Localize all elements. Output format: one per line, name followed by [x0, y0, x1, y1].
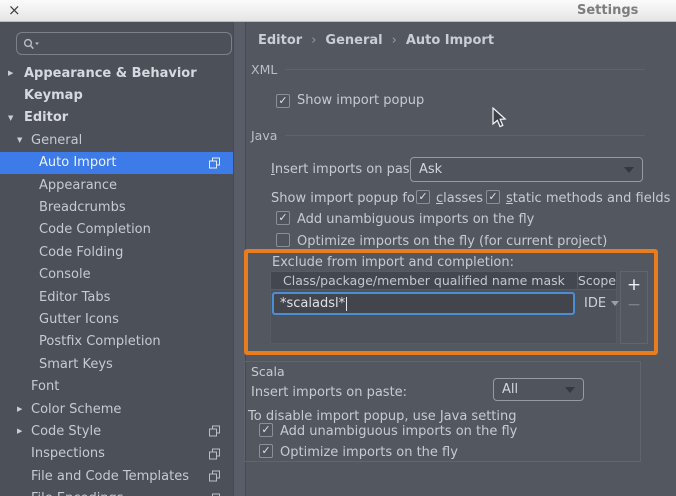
dropdown-arrow-icon [611, 301, 619, 306]
window-title: Settings [577, 0, 638, 21]
sidebar-item-appearance-behavior[interactable]: ▶ Appearance & Behavior [0, 62, 233, 84]
insert-imports-on-paste-select[interactable]: Ask [410, 157, 643, 182]
show-import-popup-label: Show import popup [297, 93, 424, 108]
exclude-table-header: Class/package/member qualified name mask… [271, 272, 616, 290]
dropdown-arrow-icon [624, 167, 634, 173]
insert-imports-on-paste-label: Insert imports on paste: [271, 162, 427, 177]
scala-popup-note: To disable import popup, use Java settin… [248, 409, 517, 424]
copy-icon [209, 471, 220, 482]
chevron-right-icon[interactable]: ▶ [17, 427, 22, 435]
dropdown-arrow-icon [565, 387, 575, 393]
xml-section-header: XML [251, 62, 645, 76]
breadcrumb-general[interactable]: General [325, 33, 382, 48]
exclude-table: Class/package/member qualified name mask… [270, 271, 617, 344]
scala-insert-imports-label: Insert imports on paste: [251, 385, 407, 400]
table-toolbar: + − [620, 271, 648, 344]
sidebar-item-inspections[interactable]: Inspections [0, 443, 233, 465]
sidebar-item-file-encodings[interactable]: File Encodings [0, 487, 233, 496]
separator-line [285, 69, 645, 70]
breadcrumb-auto-import: Auto Import [406, 33, 494, 48]
optimize-imports-checkbox[interactable] [276, 233, 290, 247]
scope-select[interactable]: IDE [584, 296, 619, 311]
sidebar-item-keymap[interactable]: Keymap [0, 84, 233, 106]
add-unambiguous-imports-label: Add unambiguous imports on the fly [297, 212, 534, 227]
chevron-down-icon[interactable]: ▼ [8, 114, 13, 122]
show-import-popup-for-label: Show import popup for: [271, 191, 424, 206]
breadcrumb: Editor › General › Auto Import [258, 33, 494, 48]
scala-group-title: Scala [251, 364, 285, 379]
sidebar-item-general[interactable]: ▼ General [0, 129, 233, 151]
add-unambiguous-imports-checkbox[interactable]: ✓ [276, 211, 290, 225]
column-header-mask[interactable]: Class/package/member qualified name mask [271, 272, 578, 289]
search-icon [23, 38, 40, 50]
sidebar-item-smart-keys[interactable]: Smart Keys [0, 353, 233, 375]
sidebar-item-console[interactable]: Console [0, 264, 233, 286]
sidebar-item-code-folding[interactable]: Code Folding [0, 241, 233, 263]
exclude-from-import-label: Exclude from import and completion: [272, 255, 514, 270]
sidebar-item-breadcrumbs[interactable]: Breadcrumbs [0, 196, 233, 218]
static-methods-label: static methods and fields [506, 191, 670, 206]
remove-row-button: − [621, 298, 647, 320]
settings-sidebar: ▶ Appearance & Behavior Keymap ▼ Editor … [0, 22, 233, 496]
column-header-scope[interactable]: Scope [578, 272, 616, 289]
scala-optimize-checkbox[interactable]: ✓ [259, 444, 273, 458]
classes-label: classes [436, 191, 483, 206]
java-section-header: Java [251, 128, 645, 142]
scala-insert-imports-select[interactable]: All [493, 378, 584, 401]
sidebar-item-code-completion[interactable]: Code Completion [0, 219, 233, 241]
show-import-popup-checkbox[interactable]: ✓ [276, 94, 290, 108]
static-methods-checkbox[interactable]: ✓ [486, 190, 500, 204]
scala-optimize-label: Optimize imports on the fly [280, 445, 458, 460]
scala-add-unambiguous-label: Add unambiguous imports on the fly [280, 424, 517, 439]
sidebar-item-font[interactable]: Font [0, 375, 233, 397]
copy-icon [209, 448, 220, 459]
scala-group: Scala Insert imports on paste: All To di… [244, 361, 641, 462]
chevron-down-icon[interactable]: ▼ [17, 136, 22, 144]
mouse-cursor [492, 107, 507, 129]
sidebar-item-auto-import[interactable]: Auto Import [0, 152, 233, 174]
window-titlebar: × Settings [0, 0, 676, 22]
sidebar-item-editor-tabs[interactable]: Editor Tabs [0, 286, 233, 308]
chevron-right-icon[interactable]: ▶ [8, 69, 13, 77]
sidebar-item-file-code-templates[interactable]: File and Code Templates [0, 465, 233, 487]
sidebar-item-code-style[interactable]: ▶ Code Style [0, 420, 233, 442]
sidebar-item-postfix-completion[interactable]: Postfix Completion [0, 331, 233, 353]
copy-icon [209, 426, 220, 437]
scala-add-unambiguous-checkbox[interactable]: ✓ [259, 423, 273, 437]
copy-icon [209, 157, 220, 168]
settings-tree: ▶ Appearance & Behavior Keymap ▼ Editor … [0, 62, 233, 496]
chevron-separator-icon: › [311, 33, 316, 48]
breadcrumb-editor[interactable]: Editor [258, 33, 302, 48]
sidebar-item-editor[interactable]: ▼ Editor [0, 107, 233, 129]
mask-input[interactable]: *scaladsl* [272, 292, 575, 315]
sidebar-item-gutter-icons[interactable]: Gutter Icons [0, 308, 233, 330]
settings-search-field[interactable] [16, 32, 232, 55]
sidebar-item-appearance[interactable]: Appearance [0, 174, 233, 196]
window-close-icon[interactable]: × [8, 0, 21, 21]
highlight-rectangle: Exclude from import and completion: Clas… [244, 249, 658, 355]
classes-checkbox[interactable]: ✓ [416, 190, 430, 204]
settings-content-panel: Editor › General › Auto Import XML ✓ Show im… [246, 22, 676, 496]
sidebar-item-color-scheme[interactable]: ▶ Color Scheme [0, 398, 233, 420]
chevron-separator-icon: › [392, 33, 397, 48]
text-caret [346, 297, 347, 311]
separator-line [285, 135, 645, 136]
chevron-right-icon[interactable]: ▶ [17, 405, 22, 413]
optimize-imports-label: Optimize imports on the fly (for current… [297, 234, 607, 249]
search-input[interactable] [44, 37, 225, 51]
